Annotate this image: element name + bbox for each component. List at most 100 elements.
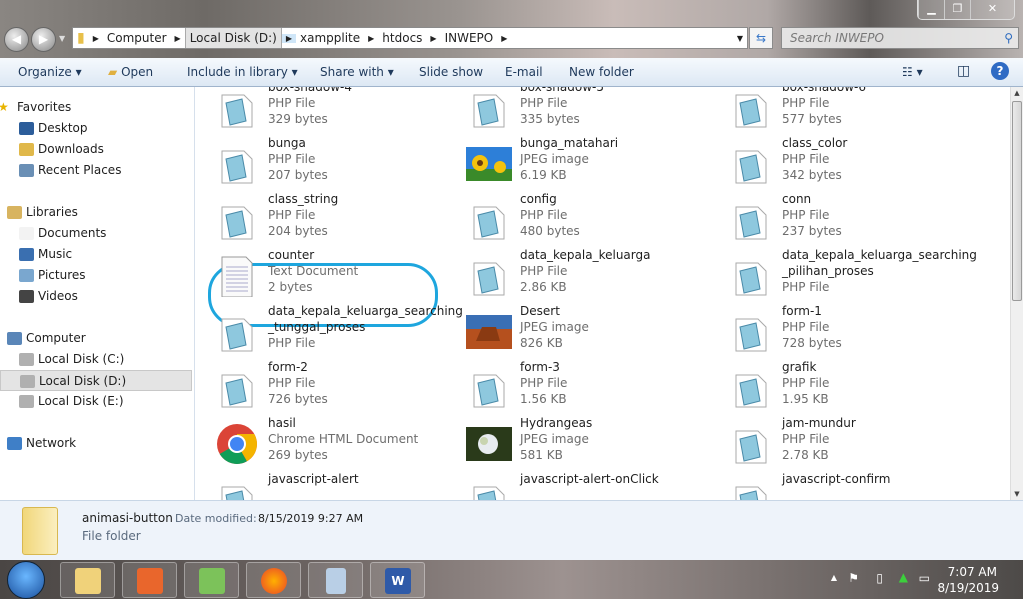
file-item[interactable]: data_kepala_keluarga PHP File 2.86 KB <box>468 247 718 299</box>
help-icon[interactable]: ? <box>991 62 1009 80</box>
scrollbar-thumb[interactable] <box>1012 101 1022 301</box>
file-item[interactable]: bunga PHP File 207 bytes <box>216 135 466 187</box>
file-size: 1.95 KB <box>782 392 829 406</box>
green-triangle-icon[interactable]: ▲ <box>899 570 908 584</box>
sidebar-item-videos[interactable]: Videos <box>0 286 192 307</box>
change-view-icon[interactable]: ☷ ▾ <box>902 65 923 79</box>
sidebar-item-libraries[interactable]: Libraries <box>0 202 192 223</box>
email-button[interactable]: E-mail <box>505 65 543 79</box>
desert-file-icon <box>466 315 512 357</box>
star-icon: ★ <box>0 100 9 114</box>
breadcrumb-arrow[interactable]: ▶ <box>89 34 103 43</box>
address-bar[interactable]: ▮ ▶ Computer ▶ Local Disk (D:) ▶ xamppli… <box>72 27 748 49</box>
breadcrumb-local-disk-d[interactable]: Local Disk (D:) <box>184 28 282 48</box>
sidebar-item-documents[interactable]: Documents <box>0 223 192 244</box>
breadcrumb-arrow[interactable]: ▶ <box>426 34 440 43</box>
action-center-flag-icon[interactable]: ⚑ <box>848 571 859 585</box>
vertical-scrollbar[interactable]: ▲ ▼ <box>1010 87 1023 500</box>
file-item[interactable]: form-3 PHP File 1.56 KB <box>468 359 718 411</box>
file-size: 335 bytes <box>520 112 580 126</box>
breadcrumb-computer[interactable]: Computer <box>103 31 171 45</box>
sidebar-item-recent[interactable]: Recent Places <box>0 160 192 181</box>
file-item[interactable]: form-1 PHP File 728 bytes <box>730 303 980 355</box>
file-item[interactable]: box-shadow-4 PHP File 329 bytes <box>216 87 466 131</box>
preview-pane-icon[interactable]: ◫ <box>957 63 970 79</box>
forward-button[interactable]: ▶ <box>31 27 56 52</box>
close-button[interactable]: ✕ <box>970 0 1014 19</box>
file-item[interactable]: config PHP File 480 bytes <box>468 191 718 243</box>
slide-show-button[interactable]: Slide show <box>419 65 483 79</box>
new-folder-button[interactable]: New folder <box>569 65 634 79</box>
file-item[interactable]: javascript-alert-onClick <box>468 471 718 500</box>
file-item[interactable]: class_color PHP File 342 bytes <box>730 135 980 187</box>
open-button[interactable]: ▰ Open <box>108 65 153 79</box>
php-file-icon <box>730 423 772 465</box>
file-item[interactable]: form-2 PHP File 726 bytes <box>216 359 466 411</box>
open-folder-icon: ▰ <box>108 65 118 79</box>
search-input[interactable]: Search INWEPO ⚲ <box>781 27 1019 49</box>
file-item[interactable]: data_kepala_keluarga_searching_pilihan_p… <box>730 247 980 299</box>
file-item[interactable]: class_string PHP File 204 bytes <box>216 191 466 243</box>
taskbar-word[interactable]: W <box>370 562 425 598</box>
taskbar-xampp[interactable] <box>122 562 177 598</box>
breadcrumb-arrow[interactable]: ▶ <box>364 34 378 43</box>
file-item[interactable]: Hydrangeas JPEG image 581 KB <box>466 415 718 467</box>
details-modified-label: Date modified: <box>175 512 257 525</box>
breadcrumb-arrow[interactable]: ▶ <box>497 34 511 43</box>
taskbar-notepadpp[interactable] <box>184 562 239 598</box>
breadcrumb-xampplite[interactable]: xampplite <box>296 31 364 45</box>
breadcrumb-htdocs[interactable]: htdocs <box>378 31 426 45</box>
breadcrumb-arrow[interactable]: ▶ <box>281 33 296 43</box>
start-button[interactable] <box>7 561 45 599</box>
sidebar-item-favorites[interactable]: ★ Favorites <box>0 97 192 118</box>
file-list: 318 bytes 321 bytes 324 bytesbox-shadow-… <box>196 87 1010 500</box>
file-item[interactable]: box-shadow-5 PHP File 335 bytes <box>468 87 718 131</box>
minimize-button[interactable]: ▁ <box>918 0 944 19</box>
taskbar-firefox[interactable] <box>246 562 301 598</box>
sidebar-item-diskc[interactable]: Local Disk (C:) <box>0 349 192 370</box>
file-name: box-shadow-6 <box>782 87 866 94</box>
back-button[interactable]: ◀ <box>4 27 29 52</box>
sidebar-item-computer[interactable]: Computer <box>0 328 192 349</box>
address-dropdown-icon[interactable]: ▼ <box>733 34 747 43</box>
file-type: PHP File <box>782 208 830 222</box>
breadcrumb-arrow[interactable]: ▶ <box>171 34 185 43</box>
file-item[interactable]: box-shadow-6 PHP File 577 bytes <box>730 87 980 131</box>
file-item[interactable]: data_kepala_keluarga_searching_tunggal_p… <box>216 303 466 355</box>
sidebar-item-downloads[interactable]: Downloads <box>0 139 192 160</box>
clock-date[interactable]: 8/19/2019 <box>937 581 999 595</box>
restore-button[interactable]: ❐ <box>944 0 970 19</box>
show-hidden-icons[interactable]: ▲ <box>831 573 837 582</box>
file-item[interactable]: conn PHP File 237 bytes <box>730 191 980 243</box>
breadcrumb-inwepo[interactable]: INWEPO <box>441 31 498 45</box>
recent-pages-dropdown[interactable]: ▼ <box>59 34 65 43</box>
refresh-button[interactable]: ⇆ <box>749 27 773 49</box>
power-icon[interactable]: ▯ <box>876 571 883 585</box>
sidebar-item-network[interactable]: Network <box>0 433 192 454</box>
file-name: class_color <box>782 136 848 150</box>
network-icon[interactable]: ▭ <box>919 571 930 585</box>
php-file-icon <box>730 199 772 241</box>
scroll-down-arrow[interactable]: ▼ <box>1011 490 1023 498</box>
organize-button[interactable]: Organize ▾ <box>18 65 82 79</box>
taskbar-explorer[interactable] <box>60 562 115 598</box>
search-icon[interactable]: ⚲ <box>1004 28 1013 48</box>
sidebar-item-music[interactable]: Music <box>0 244 192 265</box>
taskbar-calculator[interactable] <box>308 562 363 598</box>
file-item[interactable]: bunga_matahari JPEG image 6.19 KB <box>466 135 718 187</box>
file-item[interactable]: jam-mundur PHP File 2.78 KB <box>730 415 980 467</box>
file-item[interactable]: javascript-alert <box>216 471 466 500</box>
file-item[interactable]: counter Text Document 2 bytes <box>216 247 466 299</box>
sidebar-item-diskd[interactable]: Local Disk (D:) <box>0 370 192 391</box>
file-item[interactable]: grafik PHP File 1.95 KB <box>730 359 980 411</box>
share-with-button[interactable]: Share with ▾ <box>320 65 394 79</box>
include-in-library-button[interactable]: Include in library ▾ <box>187 65 298 79</box>
sidebar-item-diske[interactable]: Local Disk (E:) <box>0 391 192 412</box>
clock-time[interactable]: 7:07 AM <box>948 565 997 579</box>
file-item[interactable]: javascript-confirm <box>730 471 980 500</box>
file-item[interactable]: hasil Chrome HTML Document 269 bytes <box>216 415 466 467</box>
scroll-up-arrow[interactable]: ▲ <box>1011 89 1023 97</box>
file-item[interactable]: Desert JPEG image 826 KB <box>466 303 718 357</box>
sidebar-item-desktop[interactable]: Desktop <box>0 118 192 139</box>
sidebar-item-pictures[interactable]: Pictures <box>0 265 192 286</box>
